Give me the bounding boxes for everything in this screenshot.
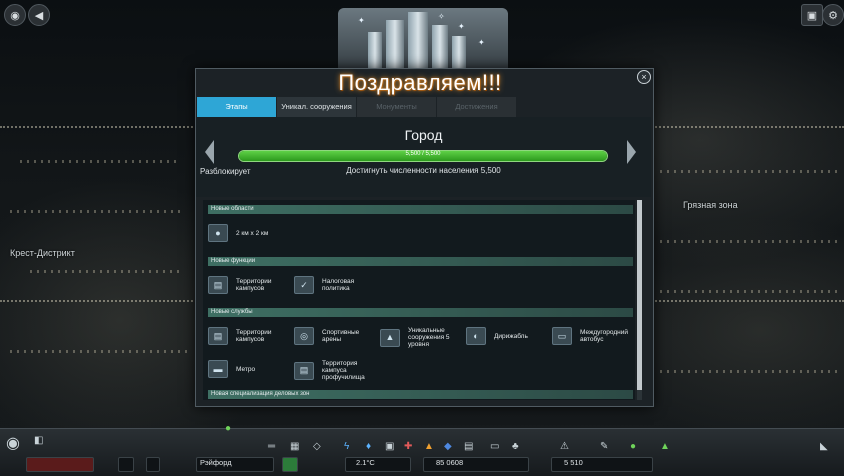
item-label: Метро [236, 365, 256, 373]
section-header: Новые области [208, 205, 633, 214]
district-name[interactable]: Рэйфорд [200, 458, 232, 467]
disaster-icon[interactable]: ⚠ [560, 441, 569, 452]
list-item[interactable]: ▤ Территории кампусов [208, 276, 288, 294]
street-lights [660, 290, 840, 293]
play-button[interactable] [146, 457, 160, 472]
happiness-indicator [282, 457, 298, 472]
item-label: 2 км x 2 км [236, 229, 269, 237]
pause-button[interactable] [118, 457, 134, 472]
list-item[interactable]: ▤ Территории кампусов [208, 327, 288, 345]
list-item[interactable]: ▲ Уникальные сооружения 5 уровня [380, 327, 462, 348]
temperature-field [345, 457, 411, 472]
item-label: Территории кампусов [236, 278, 272, 292]
electricity-icon[interactable]: ϟ [344, 441, 349, 452]
item-label: Дирижабль [494, 332, 528, 340]
roads-icon[interactable]: ═ [268, 441, 275, 452]
previous-milestone-arrow-icon[interactable] [205, 140, 214, 164]
monuments-icon[interactable]: ● [630, 441, 636, 452]
map-tile-icon: ● [208, 224, 228, 242]
street-lights [660, 170, 840, 173]
milestone-icon[interactable]: ● [225, 423, 231, 434]
chirper-icon[interactable]: ◉ [6, 433, 20, 453]
list-item[interactable]: ✓ Налоговая политика [294, 276, 374, 294]
congratulations-banner: Поздравляем!!! [338, 70, 502, 95]
economy-icon[interactable]: ▲ [660, 441, 670, 452]
section-header: Новые функции [208, 257, 633, 266]
unlocks-list[interactable]: Новые области ● 2 км x 2 км Новые функци… [203, 200, 635, 400]
list-item[interactable]: ● 2 км x 2 км [208, 224, 268, 242]
scrollbar-thumb[interactable] [637, 200, 642, 390]
district-label[interactable]: Крест-Дистрикт [10, 248, 75, 258]
water-icon[interactable]: ♦ [366, 441, 371, 452]
transport-icon[interactable]: ▭ [490, 441, 499, 452]
intercity-bus-icon: ▭ [552, 327, 572, 345]
item-label: Территория кампуса профучилища [322, 360, 365, 381]
population[interactable]: 5 510 [564, 458, 583, 467]
street-lights [20, 160, 180, 163]
list-scrollbar[interactable] [637, 200, 642, 400]
list-item[interactable]: ▤ Территория кампуса профучилища [294, 360, 376, 381]
campus-icon: ▤ [208, 327, 228, 345]
progress-text: 5,500 / 5,500 [405, 151, 441, 157]
money[interactable]: 85 0608 [436, 458, 463, 467]
gear-icon[interactable]: ⚙ [822, 4, 844, 26]
close-button[interactable]: × [637, 70, 651, 84]
tab-monuments[interactable]: Монументы [357, 97, 436, 117]
back-icon[interactable]: ◀ [28, 4, 50, 26]
tab-bar: Этапы Уникал. сооружения Монументы Дости… [197, 97, 517, 117]
garbage-icon[interactable]: ▣ [385, 441, 394, 452]
section-header: Новые службы [208, 308, 633, 317]
metro-icon: ▬ [208, 360, 228, 378]
requirement-text: Достигнуть численности населения 5,500 [346, 166, 501, 175]
list-item[interactable]: ◎ Спортивные арены [294, 327, 374, 345]
parks-icon[interactable]: ♣ [512, 441, 519, 452]
milestone-title: Город [404, 127, 443, 143]
bulldozer-icon[interactable]: ◣ [820, 441, 828, 452]
tax-policy-icon: ✓ [294, 276, 314, 294]
street-lights [30, 270, 180, 273]
item-label: Междугородний автобус [580, 329, 628, 343]
trade-school-icon: ▤ [294, 361, 314, 380]
list-item[interactable]: ▭ Междугородний автобус [552, 327, 634, 345]
police-icon[interactable]: ◆ [444, 441, 452, 452]
tab-milestones[interactable]: Этапы [197, 97, 276, 117]
item-label: Уникальные сооружения 5 уровня [408, 327, 450, 348]
next-milestone-arrow-icon[interactable] [627, 140, 636, 164]
unique-building-icon: ▲ [380, 328, 400, 347]
street-lights [10, 210, 180, 213]
photo-mode-icon[interactable]: ▣ [801, 4, 823, 26]
area-label[interactable]: Грязная зона [683, 200, 738, 210]
street-lights [660, 240, 840, 243]
info-views-icon[interactable]: ◧ [34, 435, 43, 446]
tab-unique-buildings[interactable]: Уникал. сооружения [277, 97, 356, 117]
list-item[interactable]: ▬ Метро [208, 360, 288, 378]
landscaping-icon[interactable]: ✎ [600, 441, 608, 452]
item-label: Спортивные арены [322, 329, 360, 343]
list-item[interactable]: ◐ Дирижабль [466, 327, 546, 345]
temperature: 2.1°C [356, 458, 375, 467]
blimp-icon: ◐ [466, 327, 486, 345]
zoning-icon[interactable]: ▦ [290, 441, 299, 452]
campus-icon: ▤ [208, 276, 228, 294]
section-header: Новая специализация деловых зон [208, 390, 633, 399]
stadium-icon: ◎ [294, 327, 314, 345]
districts-icon[interactable]: ◇ [313, 441, 321, 452]
item-label: Территории кампусов [236, 329, 272, 343]
speed-control[interactable] [26, 457, 94, 472]
street-lights [660, 370, 840, 373]
paradox-icon[interactable]: ◉ [4, 4, 26, 26]
item-label: Налоговая политика [322, 278, 355, 292]
education-icon[interactable]: ▤ [464, 441, 473, 452]
street-lights [10, 350, 190, 353]
fire-icon[interactable]: ▲ [424, 441, 434, 452]
tab-achievements[interactable]: Достижения [437, 97, 516, 117]
healthcare-icon[interactable]: ✚ [404, 441, 412, 452]
